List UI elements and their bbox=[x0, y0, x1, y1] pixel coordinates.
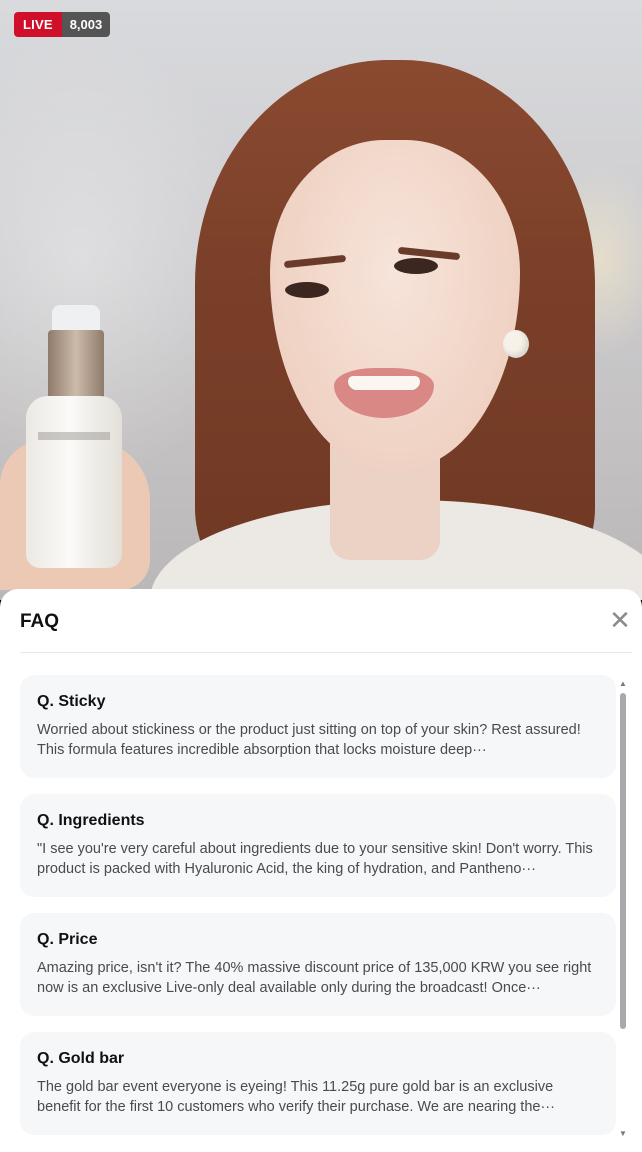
live-badge: LIVE 8,003 bbox=[14, 12, 111, 37]
faq-question: Q. Price bbox=[37, 931, 98, 948]
faq-answer: Worried about stickiness or the product … bbox=[37, 722, 581, 758]
bottle-collar bbox=[48, 330, 104, 400]
right-eye bbox=[394, 258, 438, 274]
host-teeth bbox=[348, 376, 420, 390]
faq-title: FAQ bbox=[20, 611, 60, 632]
close-icon[interactable]: ✕ bbox=[608, 607, 632, 633]
scroll-down-icon[interactable]: ▼ bbox=[618, 1129, 628, 1139]
faq-scrollbar[interactable]: ▲ ▼ bbox=[618, 679, 628, 1139]
left-eye bbox=[285, 282, 329, 298]
product-bottle bbox=[26, 396, 122, 568]
faq-header: FAQ ✕ bbox=[20, 607, 632, 653]
faq-question: Q. Gold bar bbox=[37, 1050, 125, 1067]
faq-item-gold-bar[interactable]: Q. Gold bar The gold bar event everyone … bbox=[20, 1032, 616, 1135]
faq-question: Q. Sticky bbox=[37, 693, 106, 710]
faq-question: Q. Ingredients bbox=[37, 812, 145, 829]
pearl-earring bbox=[503, 330, 529, 358]
faq-answer: Amazing price, isn't it? The 40% massive… bbox=[37, 960, 592, 996]
scroll-thumb[interactable] bbox=[620, 693, 626, 1029]
faq-answer: "I see you're very careful about ingredi… bbox=[37, 841, 593, 877]
faq-sheet: FAQ ✕ Q. Sticky Worried about stickiness… bbox=[0, 589, 642, 1152]
live-video[interactable] bbox=[0, 0, 642, 600]
faq-list: Q. Sticky Worried about stickiness or th… bbox=[20, 675, 616, 1151]
live-label: LIVE bbox=[14, 12, 62, 37]
faq-item-ingredients[interactable]: Q. Ingredients "I see you're very carefu… bbox=[20, 794, 616, 897]
faq-item-sticky[interactable]: Q. Sticky Worried about stickiness or th… bbox=[20, 675, 616, 778]
scroll-up-icon[interactable]: ▲ bbox=[618, 679, 628, 689]
faq-answer: The gold bar event everyone is eyeing! T… bbox=[37, 1079, 555, 1115]
viewer-count: 8,003 bbox=[61, 12, 111, 37]
faq-item-price[interactable]: Q. Price Amazing price, isn't it? The 40… bbox=[20, 913, 616, 1016]
bottle-label bbox=[38, 432, 110, 440]
